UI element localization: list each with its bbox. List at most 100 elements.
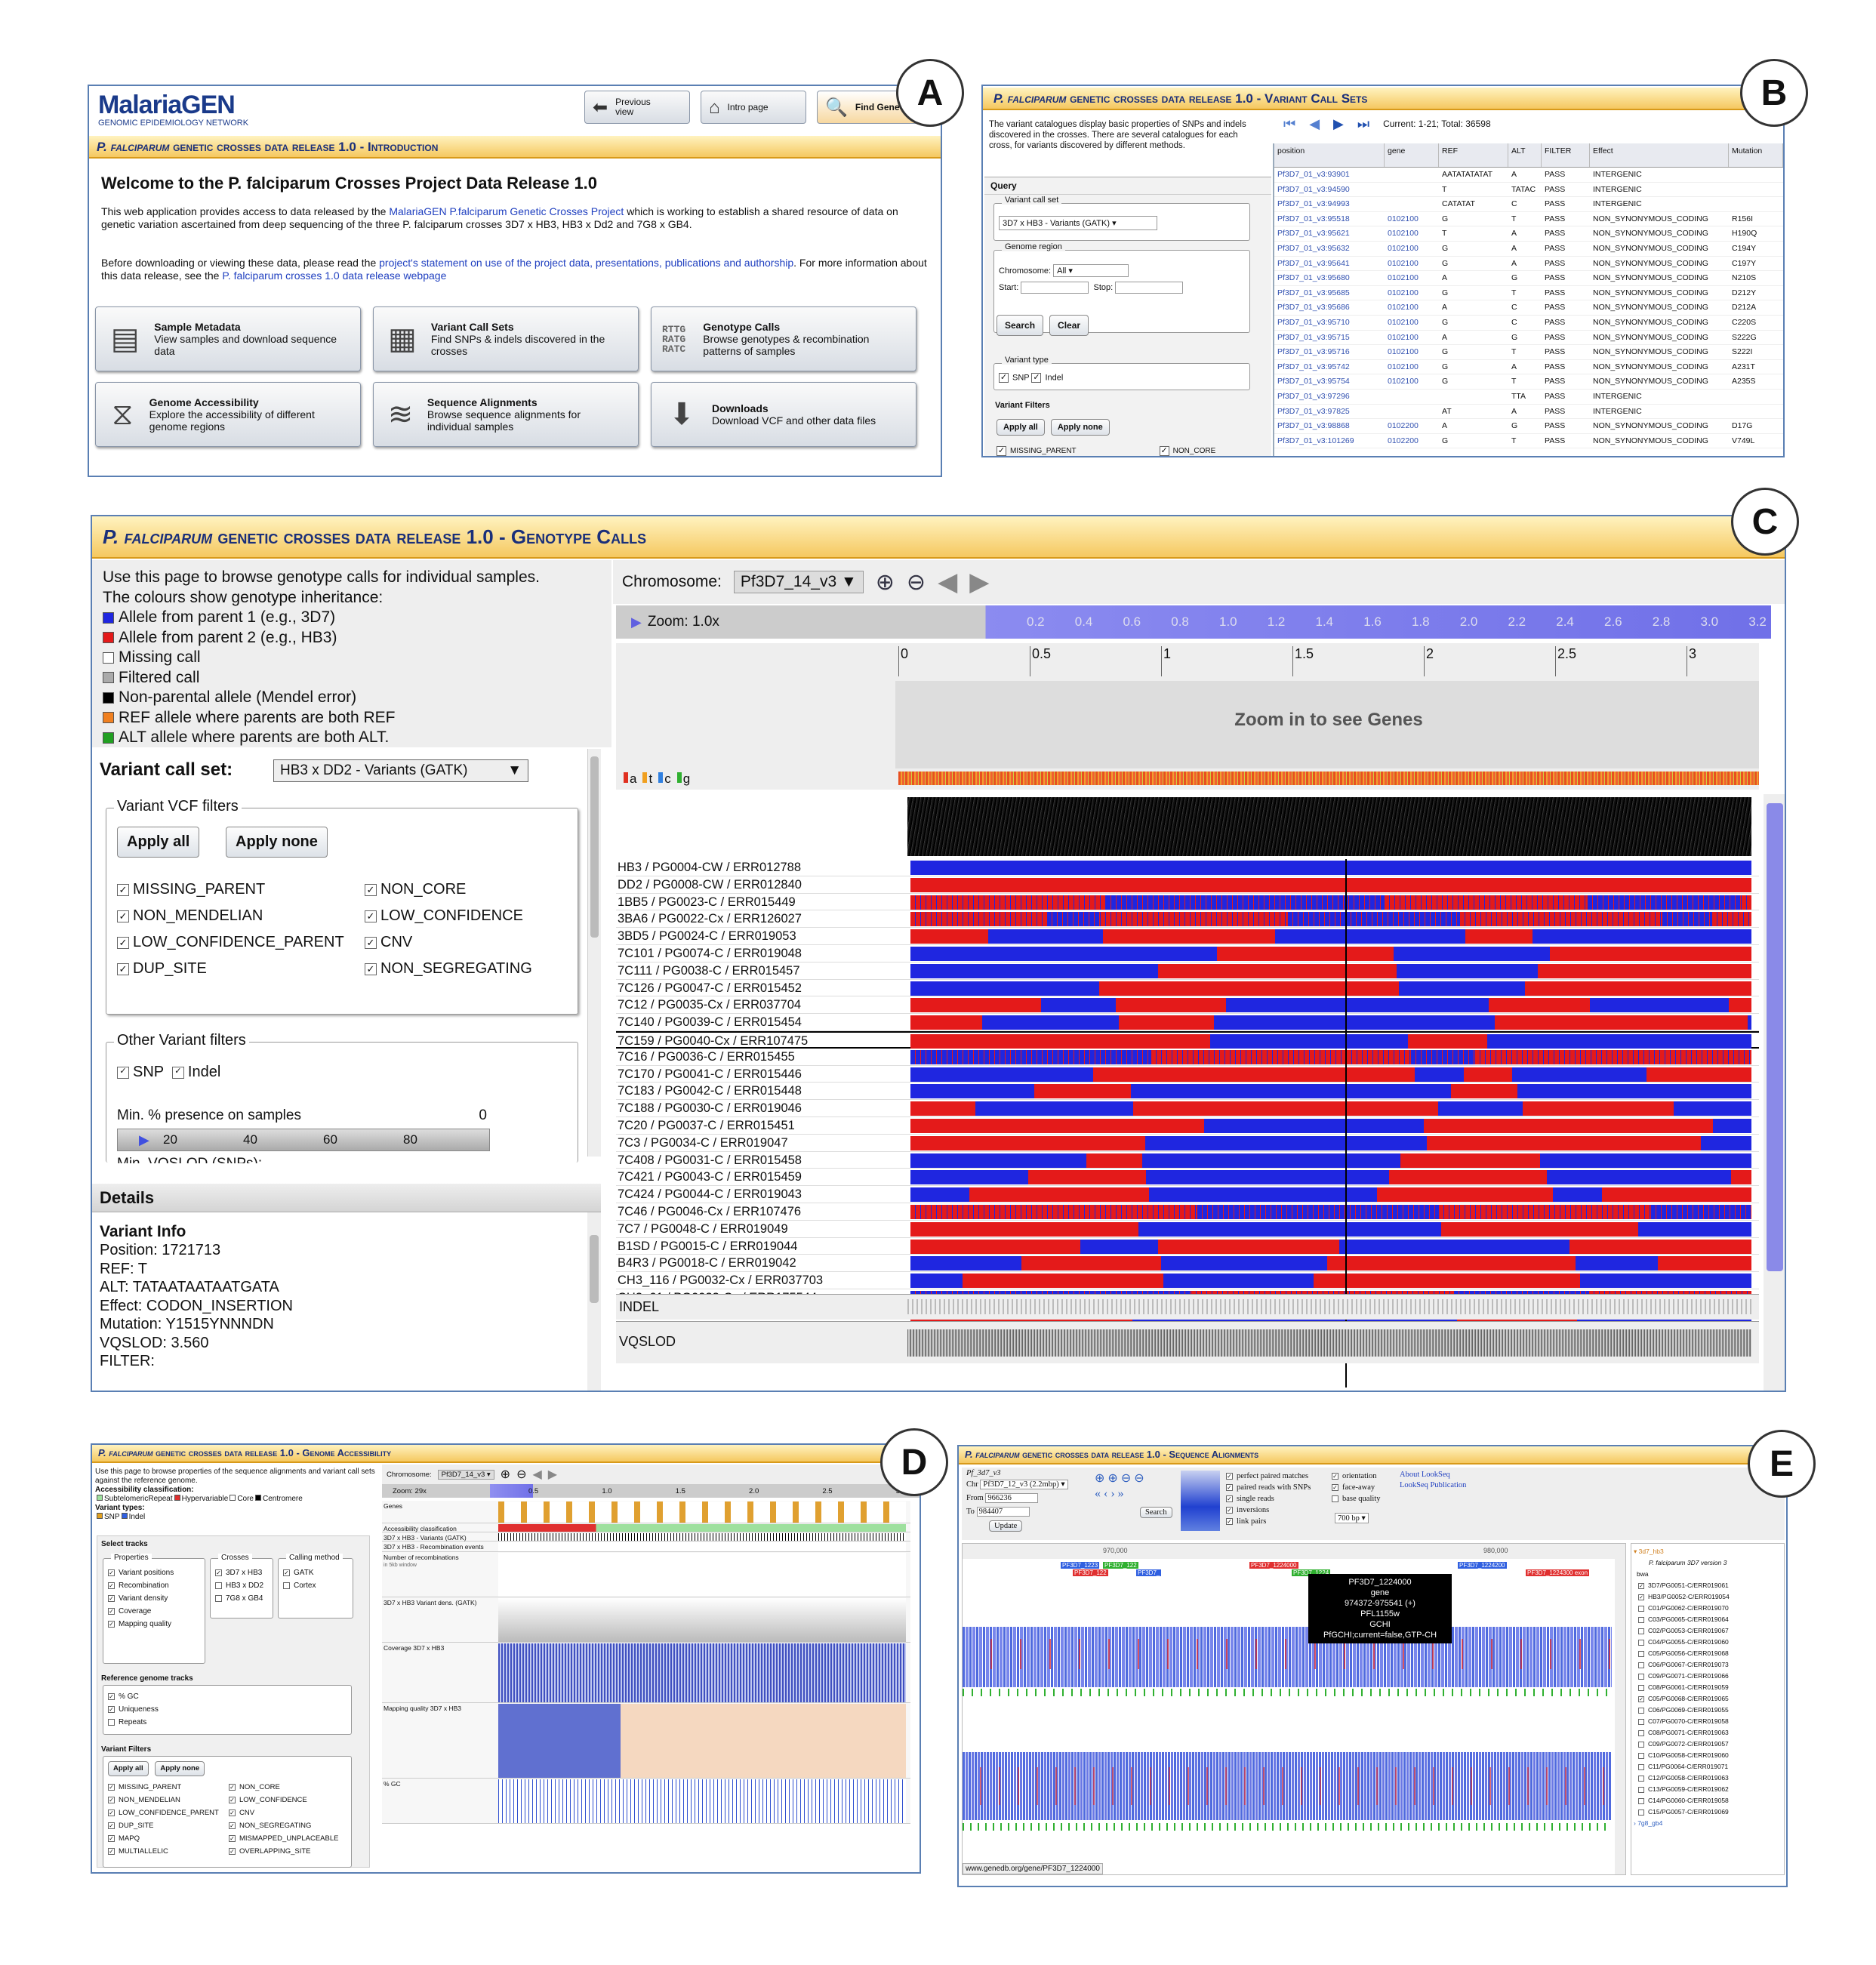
checkbox-item[interactable]: ✓ link pairs [1226,1516,1311,1527]
column-header[interactable]: Effect [1590,143,1729,167]
checkbox-item[interactable]: ✓ MISMAPPED_UNPLACEABLE [229,1832,357,1845]
indel-checkbox[interactable]: ✓ [1031,373,1042,383]
sample-row[interactable]: 3BA6 / PG0022-Cx / ERR126027 [616,910,1759,929]
from-input[interactable]: 966236 [985,1493,1039,1503]
table-row[interactable]: Pf3D7_01_v3:95716 0102100 G T PASS NON_SYNONY… [1274,345,1783,360]
tile-sample-metadata[interactable]: ▤ Sample Metadata View samples and downloa… [95,306,361,371]
checkbox-item[interactable]: ✓ MISSING_PARENT [108,1781,229,1794]
cell-position[interactable]: Pf3D7_01_v3:95680 [1274,271,1385,285]
checkbox[interactable]: ✓ [229,1796,236,1803]
table-row[interactable]: Pf3D7_01_v3:95715 0102100 A G PASS NON_SYNONY… [1274,331,1783,346]
sample-item[interactable]: C12/PG0058-C/ERR019063 [1638,1773,1782,1784]
next-page-icon[interactable]: ▶ [1333,116,1344,132]
publication-link[interactable]: LookSeq Publication [1400,1481,1466,1489]
checkbox[interactable]: ✓ [1226,1518,1233,1526]
pan-left-icon[interactable]: ◀ [532,1467,541,1482]
cell-position[interactable]: Pf3D7_01_v3:95716 [1274,345,1385,359]
cell-position[interactable]: Pf3D7_01_v3:95686 [1274,300,1385,315]
checkbox[interactable] [1638,1650,1644,1657]
checkbox-item[interactable]: Repeats [108,1716,347,1729]
checkbox-item[interactable]: ✓ OVERLAPPING_SITE [229,1845,357,1858]
checkbox-item[interactable]: ✓ paired reads with SNPs [1226,1482,1311,1493]
column-header[interactable]: position [1274,143,1385,167]
sample-row[interactable]: 7C408 / PG0031-C / ERR015458 [616,1152,1759,1169]
checkbox[interactable] [283,1582,290,1589]
tile-sequence-alignments[interactable]: ≋ Sequence Alignments Browse sequence alig… [373,382,639,447]
checkbox-item[interactable]: ✓ Variant positions [108,1566,200,1579]
column-header[interactable]: Mutation [1729,143,1783,167]
checkbox-item[interactable]: 7G8 x GB4 [215,1592,268,1605]
sample-item[interactable]: ✓ 3D7/PG0051-C/ERR019061 [1638,1580,1782,1591]
table-row[interactable]: Pf3D7_01_v3:95754 0102100 G T PASS NON_SYNONY… [1274,374,1783,390]
table-row[interactable]: Pf3D7_01_v3:95686 0102100 A C PASS NON_SYNONY… [1274,300,1783,316]
chrom-select[interactable]: All ▾ [1053,264,1129,277]
table-row[interactable]: Pf3D7_01_v3:95680 0102100 A G PASS NON_SYNONY… [1274,271,1783,286]
checkbox-item[interactable]: ✓ NON_SEGREGATING [229,1819,357,1832]
sample-row[interactable]: 7C126 / PG0047-C / ERR015452 [616,980,1759,997]
checkbox-item[interactable]: ✓ orientation [1332,1471,1380,1482]
checkbox[interactable] [1638,1763,1644,1770]
sample-row[interactable]: B1SD / PG0015-C / ERR019044 [616,1238,1759,1255]
sample-item[interactable]: C08/PG0071-C/ERR019063 [1638,1727,1782,1739]
sample-item[interactable]: C02/PG0053-C/ERR019067 [1638,1625,1782,1637]
gene-feature[interactable]: PF3D7_1224200 [1458,1562,1507,1569]
sample-item[interactable]: C11/PG0064-C/ERR019071 [1638,1761,1782,1773]
column-header[interactable]: FILTER [1542,143,1590,167]
checkbox-item[interactable]: ✓ NON_MENDELIAN [108,1794,229,1806]
pan-right-icon[interactable]: ▶ [969,567,989,597]
about-link[interactable]: About LookSeq [1400,1471,1450,1479]
checkbox[interactable] [215,1582,222,1589]
checkbox-item[interactable]: ✓ LOW_CONFIDENCE [229,1794,357,1806]
cell-gene[interactable]: 0102100 [1385,226,1439,241]
checkbox[interactable]: ✓ [1638,1582,1644,1589]
malariagen-logo[interactable]: MalariaGEN GENOMIC EPIDEMIOLOGY NETWORK [98,91,248,128]
cell-position[interactable]: Pf3D7_01_v3:94993 [1274,197,1385,211]
checkbox-item[interactable]: ✓ perfect paired matches [1226,1471,1311,1482]
checkbox[interactable]: ✓ [108,1796,115,1803]
cell-position[interactable]: Pf3D7_01_v3:95742 [1274,360,1385,374]
tree-next[interactable]: › 7g8_gb4 [1634,1818,1782,1829]
checkbox[interactable] [1638,1628,1644,1634]
prev-page-icon[interactable]: ◀ [1309,116,1320,132]
table-row[interactable]: Pf3D7_01_v3:93901 AATATATATAT A PASS INTERGE… [1274,168,1783,183]
cell-position[interactable]: Pf3D7_01_v3:95685 [1274,286,1385,300]
filter-missing_parent[interactable]: ✓ MISSING_PARENT [117,881,365,898]
sample-row[interactable]: 7C159 / PG0040-Cx / ERR107475 [616,1030,1759,1049]
filter-checkbox[interactable]: ✓ [997,446,1006,456]
checkbox[interactable]: ✓ [108,1783,115,1791]
tile-genome-accessibility[interactable]: ⧖ Genome Accessibility Explore the accessi… [95,382,361,447]
view-thumbnails[interactable] [1181,1471,1220,1531]
column-header[interactable]: REF [1439,143,1508,167]
checkbox[interactable]: ✓ [1226,1484,1233,1492]
sample-row[interactable]: 7C424 / PG0044-C / ERR019043 [616,1186,1759,1203]
zoom-in-icon[interactable]: ⊕ [501,1467,510,1482]
checkbox[interactable] [108,1718,115,1726]
table-row[interactable]: Pf3D7_01_v3:95641 0102100 G A PASS NON_SYNONY… [1274,257,1783,272]
checkbox[interactable] [1638,1707,1644,1714]
checkbox[interactable]: ✓ [229,1783,236,1791]
checkbox[interactable]: ✓ [108,1692,115,1700]
table-row[interactable]: Pf3D7_01_v3:95518 0102100 G T PASS NON_SYNONY… [1274,212,1783,227]
gene-feature[interactable]: PF3D7_1224000 [1249,1562,1298,1569]
start-input[interactable] [1021,282,1089,294]
table-row[interactable]: Pf3D7_01_v3:101269 0102200 G T PASS NON_SYNON… [1274,434,1783,449]
statement-link[interactable]: project's statement on use of the projec… [379,257,793,269]
checkbox[interactable]: ✓ [229,1822,236,1829]
checkbox[interactable] [1638,1797,1644,1804]
column-header[interactable]: ALT [1508,143,1542,167]
cell-gene[interactable]: 0102100 [1385,242,1439,256]
scrollbar[interactable] [587,749,601,1157]
sample-item[interactable]: ✓ HB3/PG0052-C/ERR019054 [1638,1591,1782,1603]
checkbox[interactable]: ✓ [365,936,377,949]
table-row[interactable]: Pf3D7_01_v3:94993 CATATAT C PASS INTERGENIC [1274,197,1783,212]
sample-row[interactable]: 7C7 / PG0048-C / ERR019049 [616,1221,1759,1238]
checkbox[interactable] [1638,1605,1644,1612]
checkbox[interactable]: ✓ [1332,1473,1338,1480]
apply-all-button[interactable]: Apply all [117,827,200,858]
checkbox-item[interactable]: ✓% GC [108,1690,347,1703]
sample-row[interactable]: CH3_116 / PG0032-Cx / ERR037703 [616,1272,1759,1289]
cell-position[interactable]: Pf3D7_01_v3:95632 [1274,242,1385,256]
checkbox-item[interactable]: Cortex [283,1579,348,1592]
tile-downloads[interactable]: ⬇ Downloads Download VCF and other data fi… [651,382,916,447]
sample-item[interactable]: C13/PG0059-C/ERR019062 [1638,1784,1782,1795]
